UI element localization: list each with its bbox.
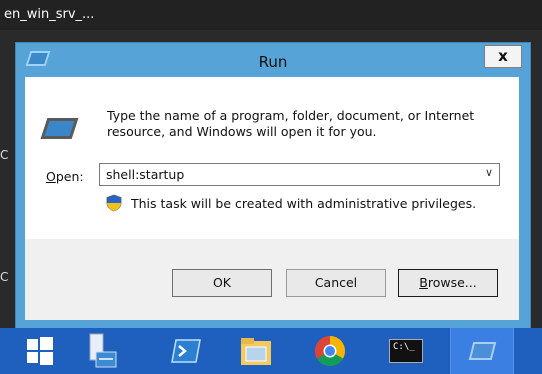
content-panel: Type the name of a program, folder, docu…: [25, 77, 519, 239]
open-input[interactable]: shell:startup: [106, 167, 184, 182]
server-manager-icon: [89, 333, 117, 368]
dialog-body: Type the name of a program, folder, docu…: [25, 77, 519, 320]
open-label: Open:: [46, 169, 84, 184]
edge-text: C: [0, 270, 9, 284]
dialog-description: Type the name of a program, folder, docu…: [107, 108, 475, 139]
server-manager-button[interactable]: [80, 332, 124, 370]
dialog-title: Run: [258, 53, 288, 71]
folder-icon: [241, 338, 271, 365]
cmd-icon: C:\_: [389, 339, 423, 363]
uac-shield-icon: [106, 194, 122, 212]
cancel-button[interactable]: Cancel: [286, 269, 386, 297]
browse-accesskey: B: [419, 275, 428, 290]
run-icon: [468, 342, 497, 360]
windows-logo-icon: [27, 337, 53, 365]
chrome-icon: [314, 336, 346, 367]
file-explorer-button[interactable]: [234, 332, 278, 370]
open-label-text: pen:: [55, 169, 84, 184]
run-taskbar-button[interactable]: [450, 328, 514, 374]
dialog-titlebar[interactable]: Run x: [16, 43, 530, 77]
start-button[interactable]: [18, 332, 62, 370]
open-label-accesskey: O: [46, 169, 56, 184]
powershell-icon: [171, 339, 201, 363]
edge-text: C: [0, 148, 9, 162]
chevron-down-icon[interactable]: ∨: [485, 166, 493, 179]
cmd-icon-label: C:\_: [393, 342, 415, 352]
powershell-button[interactable]: [164, 332, 208, 370]
command-prompt-button[interactable]: C:\_: [384, 332, 428, 370]
chrome-button[interactable]: [308, 332, 352, 370]
close-button[interactable]: x: [484, 45, 522, 68]
ok-button[interactable]: OK: [172, 269, 272, 297]
browse-label: rowse...: [427, 275, 477, 290]
browse-button[interactable]: Browse...: [398, 269, 498, 297]
desktop-window-title: en_win_srv_...: [0, 0, 542, 30]
admin-note: This task will be created with administr…: [131, 196, 477, 211]
taskbar: C:\_: [0, 328, 542, 374]
run-program-icon: [40, 118, 79, 139]
run-dialog: Run x Type the name of a program, folder…: [15, 42, 531, 330]
open-combobox[interactable]: shell:startup ∨: [99, 163, 500, 186]
